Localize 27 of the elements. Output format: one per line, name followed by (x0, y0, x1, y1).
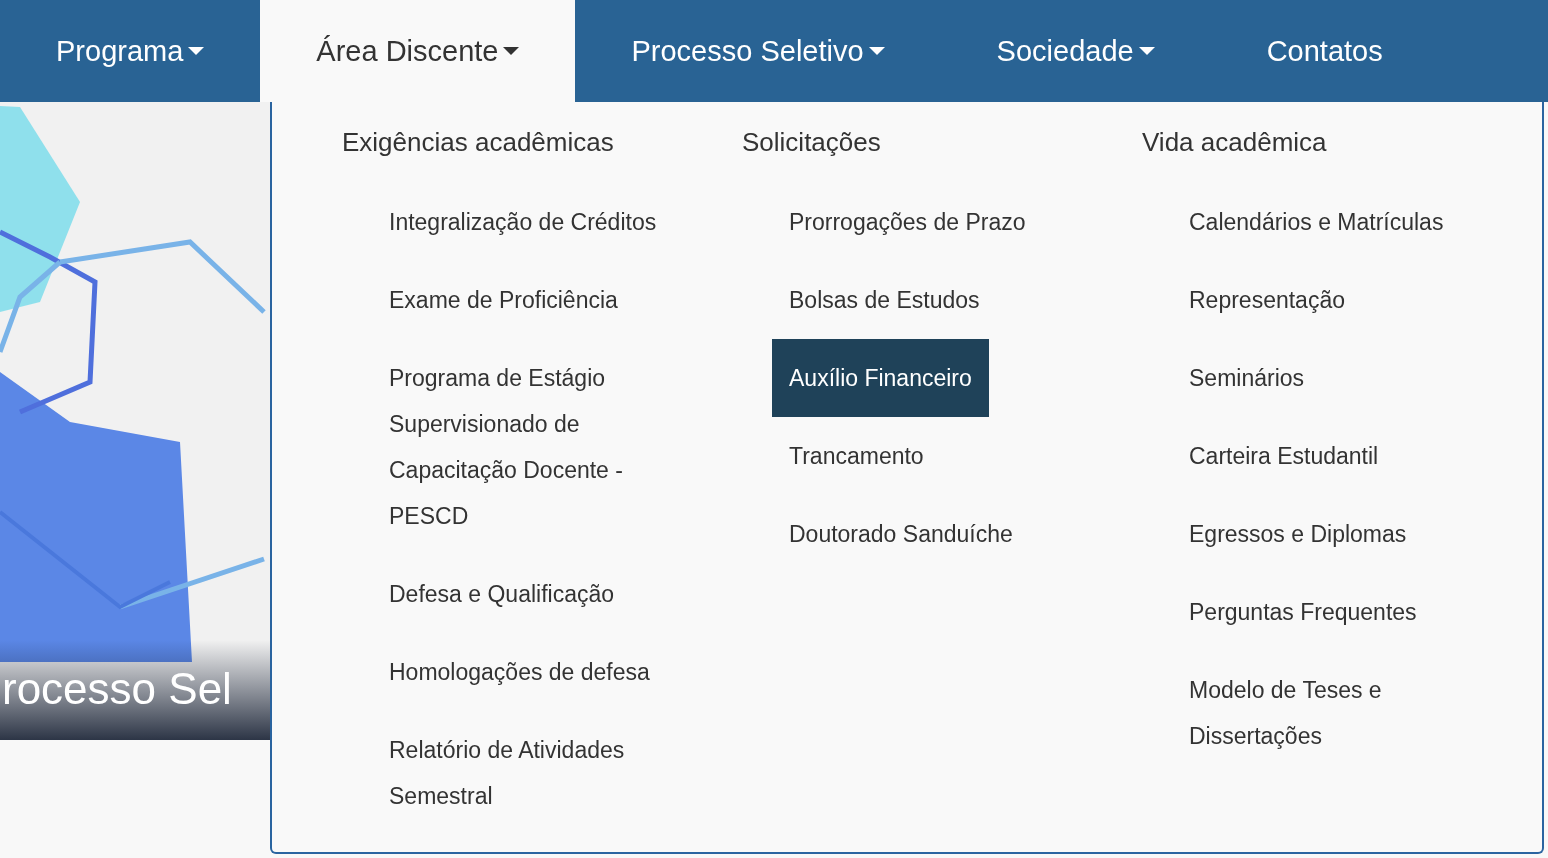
column-heading: Solicitações (742, 126, 881, 159)
menu-link[interactable]: Homologações de defesa (372, 633, 667, 711)
menu-link[interactable]: Carteira Estudantil (1172, 417, 1396, 495)
nav-menu-item[interactable]: Processo Seletivo (575, 0, 941, 102)
menu-link[interactable]: Prorrogações de Prazo (772, 183, 1043, 261)
menu-link[interactable]: Auxílio Financeiro (772, 339, 989, 417)
nav-menu-item[interactable]: Contatos (1210, 0, 1439, 102)
column-heading: Exigências acadêmicas (342, 126, 614, 159)
menu-link[interactable]: Relatório de Atividades Semestral (372, 711, 706, 835)
menu-link[interactable]: Bolsas de Estudos (772, 261, 997, 339)
menu-link[interactable]: Calendários e Matrículas (1172, 183, 1461, 261)
column-heading: Vida acadêmica (1142, 126, 1327, 159)
menu-link[interactable]: Doutorado Sanduíche (772, 495, 1030, 573)
nav-menu-item[interactable]: Área Discente (260, 0, 576, 102)
nav-menu-item[interactable]: Sociedade (940, 0, 1211, 102)
menu-link[interactable]: Integralização de Créditos (372, 183, 674, 261)
menu-link[interactable]: Programa de Estágio Supervisionado de Capacitação Docente - PESCD (372, 339, 706, 555)
menu-link[interactable]: Representação (1172, 261, 1362, 339)
menu-link[interactable]: Exame de Proficiência (372, 261, 635, 339)
nav-menu-item[interactable]: Programa (0, 0, 261, 102)
menu-link[interactable]: Modelo de Teses e Dissertações (1172, 651, 1506, 775)
menu-link[interactable]: Defesa e Qualificação (372, 555, 631, 633)
menu-link[interactable]: Perguntas Frequentes (1172, 573, 1434, 651)
banner-caption: rocesso Sel (2, 664, 232, 714)
menu-link[interactable]: Egressos e Diplomas (1172, 495, 1424, 573)
menu-link[interactable]: Trancamento (772, 417, 941, 495)
menu-link[interactable]: Seminários (1172, 339, 1322, 417)
